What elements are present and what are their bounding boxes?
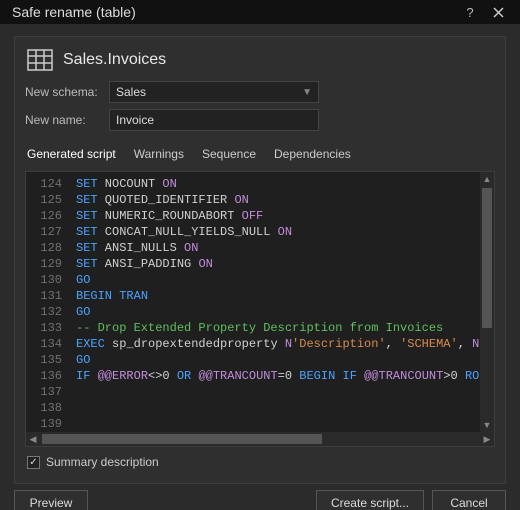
schema-combo[interactable]: Sales ▼: [109, 81, 319, 103]
object-header: Sales.Invoices: [25, 45, 495, 81]
scroll-left-icon: ◀: [26, 434, 40, 445]
main-panel: Sales.Invoices New schema: Sales ▼ New n…: [14, 36, 506, 484]
close-icon: [493, 7, 504, 18]
new-schema-label: New schema:: [25, 85, 101, 99]
scroll-up-icon: ▲: [480, 172, 494, 186]
dialog-title: Safe rename (table): [12, 4, 136, 20]
tab-sequence[interactable]: Sequence: [202, 147, 256, 165]
line-gutter: 1241251261271281291301311321331341351361…: [26, 172, 70, 432]
dialog-safe-rename: Safe rename (table) ? Sales.Invoices: [0, 0, 520, 510]
summary-label: Summary description: [46, 455, 159, 469]
tabs: Generated script Warnings Sequence Depen…: [27, 147, 495, 165]
vscroll-thumb[interactable]: [482, 188, 492, 328]
chevron-down-icon: ▼: [302, 87, 312, 98]
summary-checkbox[interactable]: ✓: [27, 456, 40, 469]
scroll-down-icon: ▼: [480, 418, 494, 432]
script-editor: 1241251261271281291301311321331341351361…: [25, 171, 495, 447]
schema-value: Sales: [116, 85, 146, 99]
create-script-button[interactable]: Create script...: [316, 490, 424, 510]
code-area[interactable]: SET NOCOUNT ONSET QUOTED_IDENTIFIER ONSE…: [70, 172, 494, 432]
hscroll-thumb[interactable]: [42, 434, 322, 444]
preview-button[interactable]: Preview: [14, 490, 88, 510]
scroll-right-icon: ▶: [480, 434, 494, 445]
vertical-scrollbar[interactable]: ▲ ▼: [480, 172, 494, 432]
horizontal-scrollbar[interactable]: ◀ ▶: [26, 432, 494, 446]
help-button[interactable]: ?: [456, 0, 484, 24]
close-button[interactable]: [484, 0, 512, 24]
new-name-label: New name:: [25, 113, 101, 127]
titlebar: Safe rename (table) ?: [0, 0, 520, 24]
object-name: Sales.Invoices: [63, 51, 166, 69]
table-icon: [27, 49, 53, 71]
tab-dependencies[interactable]: Dependencies: [274, 147, 351, 165]
tab-generated-script[interactable]: Generated script: [27, 147, 116, 165]
dialog-footer: Preview Create script... Cancel: [0, 484, 520, 510]
cancel-button[interactable]: Cancel: [432, 490, 506, 510]
name-input[interactable]: Invoice: [109, 109, 319, 131]
name-value: Invoice: [116, 113, 154, 127]
tab-warnings[interactable]: Warnings: [134, 147, 184, 165]
